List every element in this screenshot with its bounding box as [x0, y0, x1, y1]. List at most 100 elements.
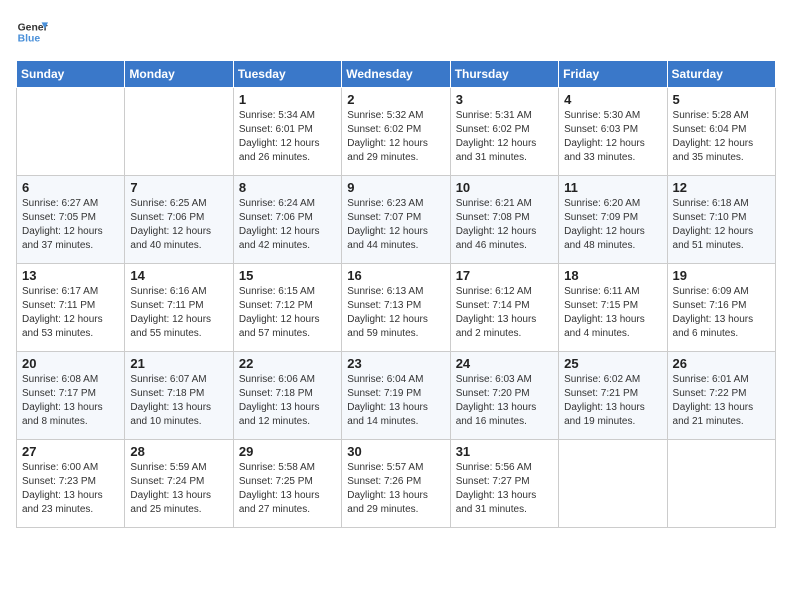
day-number: 12	[673, 180, 770, 195]
calendar-cell: 5 Sunrise: 5:28 AM Sunset: 6:04 PM Daylig…	[667, 88, 775, 176]
calendar-cell	[559, 440, 667, 528]
calendar-cell: 24 Sunrise: 6:03 AM Sunset: 7:20 PM Dayli…	[450, 352, 558, 440]
day-number: 17	[456, 268, 553, 283]
calendar-cell: 18 Sunrise: 6:11 AM Sunset: 7:15 PM Dayli…	[559, 264, 667, 352]
day-number: 15	[239, 268, 336, 283]
calendar-cell	[17, 88, 125, 176]
day-number: 8	[239, 180, 336, 195]
day-number: 16	[347, 268, 444, 283]
day-number: 7	[130, 180, 227, 195]
cell-content: Sunrise: 5:59 AM Sunset: 7:24 PM Dayligh…	[130, 461, 227, 517]
calendar-week-row: 27 Sunrise: 6:00 AM Sunset: 7:23 PM Dayli…	[17, 440, 776, 528]
cell-content: Sunrise: 6:03 AM Sunset: 7:20 PM Dayligh…	[456, 373, 553, 429]
calendar-cell: 12 Sunrise: 6:18 AM Sunset: 7:10 PM Dayli…	[667, 176, 775, 264]
calendar-cell	[125, 88, 233, 176]
cell-content: Sunrise: 6:16 AM Sunset: 7:11 PM Dayligh…	[130, 285, 227, 341]
calendar-cell: 14 Sunrise: 6:16 AM Sunset: 7:11 PM Dayli…	[125, 264, 233, 352]
calendar-cell: 9 Sunrise: 6:23 AM Sunset: 7:07 PM Daylig…	[342, 176, 450, 264]
calendar-table: SundayMondayTuesdayWednesdayThursdayFrid…	[16, 60, 776, 528]
svg-text:Blue: Blue	[18, 34, 41, 45]
cell-content: Sunrise: 6:02 AM Sunset: 7:21 PM Dayligh…	[564, 373, 661, 429]
day-number: 1	[239, 92, 336, 107]
cell-content: Sunrise: 6:04 AM Sunset: 7:19 PM Dayligh…	[347, 373, 444, 429]
logo: General Blue	[16, 16, 48, 48]
day-number: 28	[130, 444, 227, 459]
day-number: 21	[130, 356, 227, 371]
calendar-week-row: 13Sunrise: 6:17 AM Sunset: 7:11 PM Dayli…	[17, 264, 776, 352]
calendar-cell: 19 Sunrise: 6:09 AM Sunset: 7:16 PM Dayli…	[667, 264, 775, 352]
day-number: 22	[239, 356, 336, 371]
cell-content: Sunrise: 5:34 AM Sunset: 6:01 PM Dayligh…	[239, 109, 336, 165]
cell-content: Sunrise: 6:21 AM Sunset: 7:08 PM Dayligh…	[456, 197, 553, 253]
calendar-cell: 22 Sunrise: 6:06 AM Sunset: 7:18 PM Dayli…	[233, 352, 341, 440]
cell-content: Sunrise: 6:01 AM Sunset: 7:22 PM Dayligh…	[673, 373, 770, 429]
calendar-cell: 25 Sunrise: 6:02 AM Sunset: 7:21 PM Dayli…	[559, 352, 667, 440]
day-number: 26	[673, 356, 770, 371]
cell-content: Sunrise: 5:28 AM Sunset: 6:04 PM Dayligh…	[673, 109, 770, 165]
calendar-cell: 29Sunrise: 5:58 AM Sunset: 7:25 PM Dayli…	[233, 440, 341, 528]
day-number: 6	[22, 180, 119, 195]
calendar-cell: 15 Sunrise: 6:15 AM Sunset: 7:12 PM Dayli…	[233, 264, 341, 352]
weekday-header-saturday: Saturday	[667, 61, 775, 88]
calendar-cell: 17 Sunrise: 6:12 AM Sunset: 7:14 PM Dayli…	[450, 264, 558, 352]
weekday-header-thursday: Thursday	[450, 61, 558, 88]
calendar-cell: 1 Sunrise: 5:34 AM Sunset: 6:01 PM Daylig…	[233, 88, 341, 176]
calendar-cell: 28 Sunrise: 5:59 AM Sunset: 7:24 PM Dayli…	[125, 440, 233, 528]
day-number: 29	[239, 444, 336, 459]
day-number: 13	[22, 268, 119, 283]
calendar-week-row: 1 Sunrise: 5:34 AM Sunset: 6:01 PM Daylig…	[17, 88, 776, 176]
calendar-cell: 8 Sunrise: 6:24 AM Sunset: 7:06 PM Daylig…	[233, 176, 341, 264]
day-number: 4	[564, 92, 661, 107]
calendar-cell: 30Sunrise: 5:57 AM Sunset: 7:26 PM Dayli…	[342, 440, 450, 528]
weekday-header-friday: Friday	[559, 61, 667, 88]
page-header: General Blue	[16, 16, 776, 48]
weekday-header-wednesday: Wednesday	[342, 61, 450, 88]
calendar-week-row: 6 Sunrise: 6:27 AM Sunset: 7:05 PM Daylig…	[17, 176, 776, 264]
calendar-cell: 16Sunrise: 6:13 AM Sunset: 7:13 PM Dayli…	[342, 264, 450, 352]
day-number: 11	[564, 180, 661, 195]
day-number: 27	[22, 444, 119, 459]
cell-content: Sunrise: 6:23 AM Sunset: 7:07 PM Dayligh…	[347, 197, 444, 253]
day-number: 10	[456, 180, 553, 195]
cell-content: Sunrise: 6:11 AM Sunset: 7:15 PM Dayligh…	[564, 285, 661, 341]
weekday-header-row: SundayMondayTuesdayWednesdayThursdayFrid…	[17, 61, 776, 88]
day-number: 5	[673, 92, 770, 107]
weekday-header-tuesday: Tuesday	[233, 61, 341, 88]
cell-content: Sunrise: 5:57 AM Sunset: 7:26 PM Dayligh…	[347, 461, 444, 517]
cell-content: Sunrise: 6:08 AM Sunset: 7:17 PM Dayligh…	[22, 373, 119, 429]
day-number: 20	[22, 356, 119, 371]
day-number: 2	[347, 92, 444, 107]
calendar-cell: 20 Sunrise: 6:08 AM Sunset: 7:17 PM Dayli…	[17, 352, 125, 440]
day-number: 9	[347, 180, 444, 195]
calendar-cell: 27 Sunrise: 6:00 AM Sunset: 7:23 PM Dayli…	[17, 440, 125, 528]
calendar-cell: 26 Sunrise: 6:01 AM Sunset: 7:22 PM Dayli…	[667, 352, 775, 440]
cell-content: Sunrise: 6:24 AM Sunset: 7:06 PM Dayligh…	[239, 197, 336, 253]
day-number: 19	[673, 268, 770, 283]
cell-content: Sunrise: 6:15 AM Sunset: 7:12 PM Dayligh…	[239, 285, 336, 341]
cell-content: Sunrise: 5:30 AM Sunset: 6:03 PM Dayligh…	[564, 109, 661, 165]
cell-content: Sunrise: 5:31 AM Sunset: 6:02 PM Dayligh…	[456, 109, 553, 165]
cell-content: Sunrise: 6:00 AM Sunset: 7:23 PM Dayligh…	[22, 461, 119, 517]
calendar-cell: 11 Sunrise: 6:20 AM Sunset: 7:09 PM Dayli…	[559, 176, 667, 264]
day-number: 24	[456, 356, 553, 371]
calendar-cell	[667, 440, 775, 528]
cell-content: Sunrise: 6:09 AM Sunset: 7:16 PM Dayligh…	[673, 285, 770, 341]
cell-content: Sunrise: 6:25 AM Sunset: 7:06 PM Dayligh…	[130, 197, 227, 253]
cell-content: Sunrise: 6:20 AM Sunset: 7:09 PM Dayligh…	[564, 197, 661, 253]
weekday-header-monday: Monday	[125, 61, 233, 88]
cell-content: Sunrise: 6:27 AM Sunset: 7:05 PM Dayligh…	[22, 197, 119, 253]
cell-content: Sunrise: 5:32 AM Sunset: 6:02 PM Dayligh…	[347, 109, 444, 165]
cell-content: Sunrise: 6:18 AM Sunset: 7:10 PM Dayligh…	[673, 197, 770, 253]
calendar-cell: 4 Sunrise: 5:30 AM Sunset: 6:03 PM Daylig…	[559, 88, 667, 176]
calendar-cell: 21Sunrise: 6:07 AM Sunset: 7:18 PM Dayli…	[125, 352, 233, 440]
cell-content: Sunrise: 6:06 AM Sunset: 7:18 PM Dayligh…	[239, 373, 336, 429]
calendar-cell: 23Sunrise: 6:04 AM Sunset: 7:19 PM Dayli…	[342, 352, 450, 440]
day-number: 3	[456, 92, 553, 107]
cell-content: Sunrise: 6:12 AM Sunset: 7:14 PM Dayligh…	[456, 285, 553, 341]
day-number: 25	[564, 356, 661, 371]
day-number: 14	[130, 268, 227, 283]
calendar-cell: 2 Sunrise: 5:32 AM Sunset: 6:02 PM Daylig…	[342, 88, 450, 176]
day-number: 31	[456, 444, 553, 459]
day-number: 18	[564, 268, 661, 283]
calendar-cell: 6 Sunrise: 6:27 AM Sunset: 7:05 PM Daylig…	[17, 176, 125, 264]
